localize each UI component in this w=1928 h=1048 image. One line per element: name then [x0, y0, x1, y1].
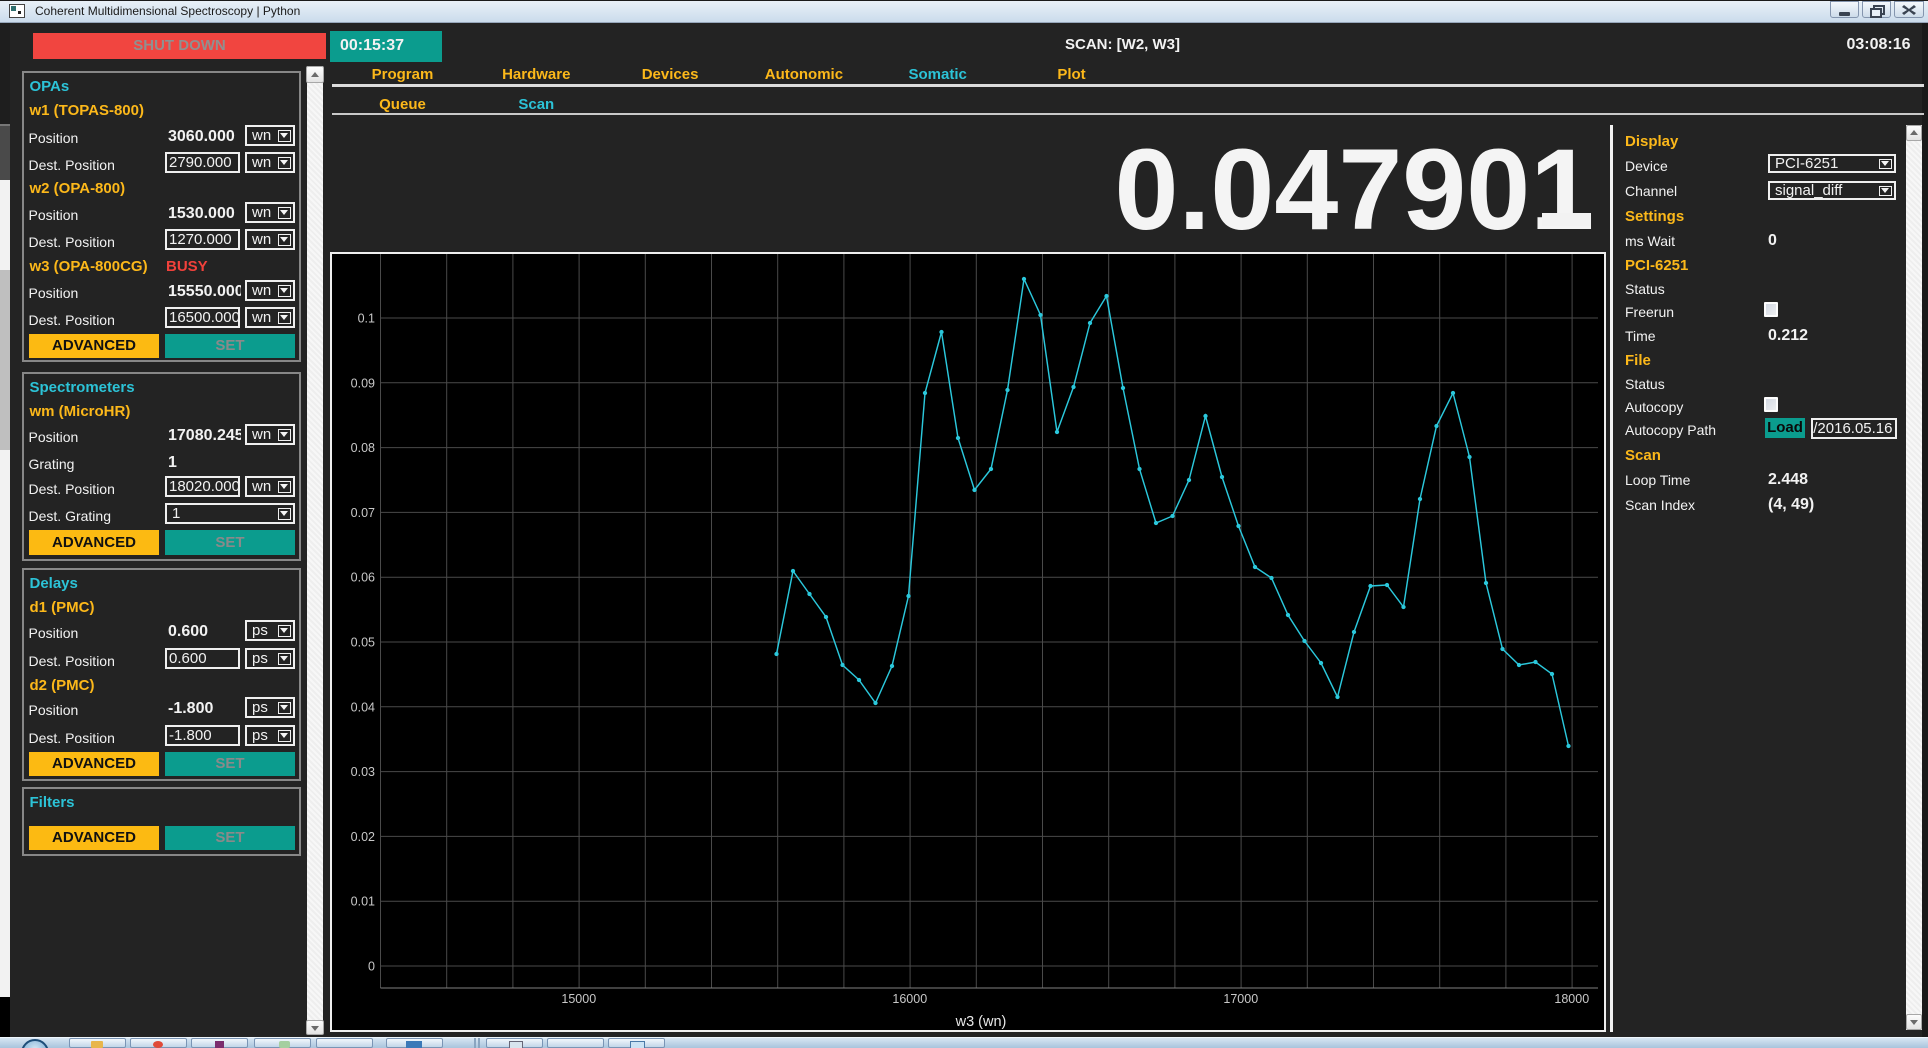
svg-text:0.07: 0.07 [351, 506, 375, 520]
svg-text:w3 (wn): w3 (wn) [955, 1014, 1007, 1030]
svg-text:0.08: 0.08 [351, 441, 375, 455]
svg-text:0: 0 [368, 960, 375, 974]
svg-text:15000: 15000 [561, 992, 596, 1006]
svg-text:18000: 18000 [1554, 992, 1589, 1006]
svg-text:17000: 17000 [1223, 992, 1258, 1006]
svg-text:0.09: 0.09 [351, 376, 375, 390]
svg-text:16000: 16000 [892, 992, 927, 1006]
svg-text:0.02: 0.02 [351, 830, 375, 844]
svg-text:0.1: 0.1 [358, 312, 375, 326]
svg-text:0.01: 0.01 [351, 895, 375, 909]
svg-text:0.03: 0.03 [351, 765, 375, 779]
svg-text:0.05: 0.05 [351, 636, 375, 650]
svg-text:0.04: 0.04 [351, 700, 375, 714]
svg-text:0.06: 0.06 [351, 571, 375, 585]
